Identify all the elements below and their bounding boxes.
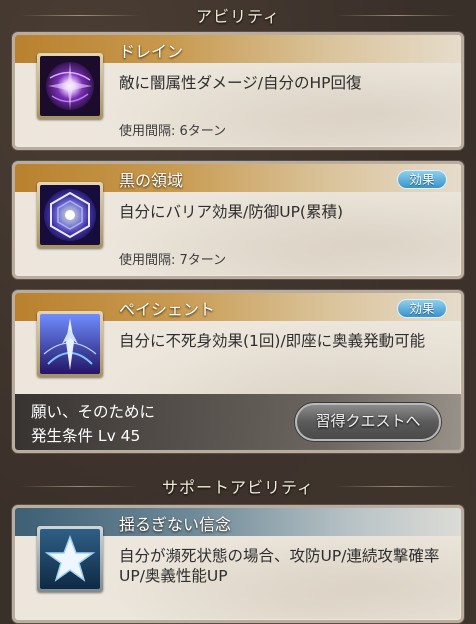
ability-cooldown: 使用間隔: 7ターン	[119, 253, 227, 268]
ability-name: ドレイン	[119, 42, 184, 61]
ability-section-header: アビリティ	[0, 0, 476, 30]
ability-icon-frame[interactable]	[37, 311, 103, 377]
ability-card-black-domain[interactable]: 黒の領域 効果 自分にバリア効果/防御UP(累積) 使用間隔: 7ターン	[12, 161, 464, 279]
header-divider	[20, 15, 140, 16]
header-divider	[336, 486, 456, 487]
ability-name: ペイシェント	[119, 300, 216, 319]
unlock-condition-text: 発生条件 Lv 45	[31, 427, 141, 445]
support-section-title: サポートアビリティ	[161, 478, 315, 497]
star-icon	[40, 529, 100, 589]
ability-description: 自分にバリア効果/防御UP(累積)	[119, 203, 344, 221]
ability-name: 黒の領域	[119, 171, 184, 190]
ability-section-title: アビリティ	[195, 7, 281, 26]
support-section-header: サポートアビリティ	[0, 471, 476, 501]
support-ability-name: 揺るぎない信念	[119, 515, 232, 534]
ability-description: 自分に不死身効果(1回)/即座に奥義発動可能	[119, 332, 426, 350]
support-icon-frame[interactable]	[37, 526, 103, 592]
header-divider	[336, 15, 456, 16]
ability-icon-frame[interactable]	[37, 182, 103, 248]
ability-cooldown: 使用間隔: 6ターン	[119, 124, 227, 139]
ability-card-patient[interactable]: ペイシェント 効果 自分に不死身効果(1回)/即座に奥義発動可能 願い、そのため…	[12, 290, 464, 453]
hexagon-barrier-icon	[40, 185, 100, 245]
effect-badge-button[interactable]: 効果	[397, 299, 447, 318]
drain-orb-icon	[40, 56, 100, 116]
header-divider	[20, 486, 140, 487]
unlock-condition-band: 願い、そのために 発生条件 Lv 45 習得クエストへ	[15, 394, 461, 450]
support-ability-card-unwavering-belief[interactable]: 揺るぎない信念 自分が瀕死状態の場合、攻防UP/連続攻撃確率UP/奥義性能UP	[12, 505, 464, 623]
unlock-wish-text: 願い、そのために	[31, 403, 156, 421]
effect-badge-button[interactable]: 効果	[397, 170, 447, 189]
ability-description: 敵に闇属性ダメージ/自分のHP回復	[119, 74, 362, 92]
ability-icon-frame[interactable]	[37, 53, 103, 119]
learn-quest-button[interactable]: 習得クエストへ	[295, 403, 441, 441]
spear-light-icon	[40, 314, 100, 374]
support-ability-description: 自分が瀕死状態の場合、攻防UP/連続攻撃確率UP/奥義性能UP	[119, 547, 440, 585]
ability-card-drain[interactable]: ドレイン 敵に闇属性ダメージ/自分のHP回復 使用間隔: 6ターン	[12, 32, 464, 150]
